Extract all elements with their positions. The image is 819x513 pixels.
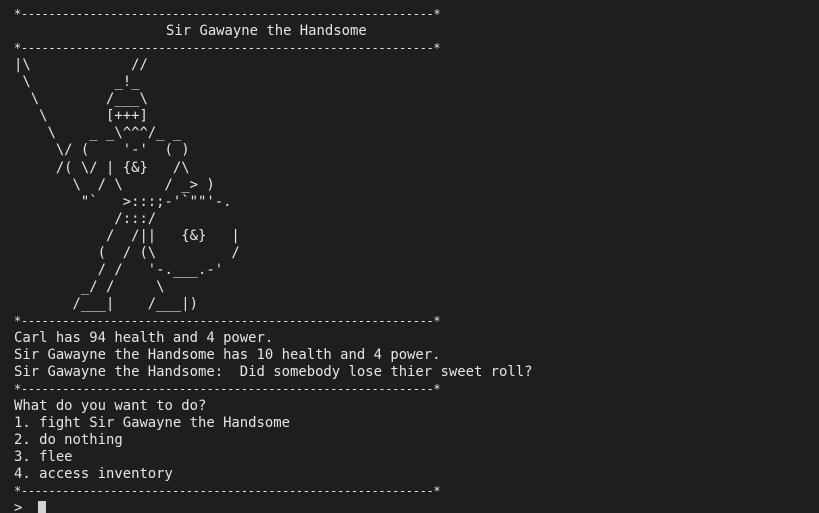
- separator-top: *---------------------------------------…: [14, 7, 441, 21]
- menu-prompt: What do you want to do?: [14, 398, 207, 415]
- menu-option-flee: 3. flee: [14, 449, 73, 466]
- enemy-title: Sir Gawayne the Handsome: [166, 23, 367, 39]
- input-line[interactable]: >: [14, 500, 819, 513]
- menu-option-inventory: 4. access inventory: [14, 466, 173, 483]
- terminal-window[interactable]: *---------------------------------------…: [0, 0, 819, 513]
- menu-option-nothing: 2. do nothing: [14, 432, 123, 449]
- menu-option-fight: 1. fight Sir Gawayne the Handsome: [14, 415, 290, 432]
- cursor: [38, 501, 47, 513]
- separator-title: *---------------------------------------…: [14, 41, 441, 55]
- prompt-symbol: >: [14, 500, 23, 513]
- enemy-status: Sir Gawayne the Handsome has 10 health a…: [14, 347, 441, 364]
- separator-art: *---------------------------------------…: [14, 314, 441, 329]
- player-status: Carl has 94 health and 4 power.: [14, 330, 274, 347]
- enemy-dialogue: Sir Gawayne the Handsome: Did somebody l…: [14, 364, 533, 381]
- separator-status: *---------------------------------------…: [14, 382, 441, 397]
- separator-menu: *---------------------------------------…: [14, 484, 441, 499]
- knight-ascii-art: |\ // \ _!_ \ /___\ \ [+++] \ _ _\^^^/_ …: [14, 57, 240, 313]
